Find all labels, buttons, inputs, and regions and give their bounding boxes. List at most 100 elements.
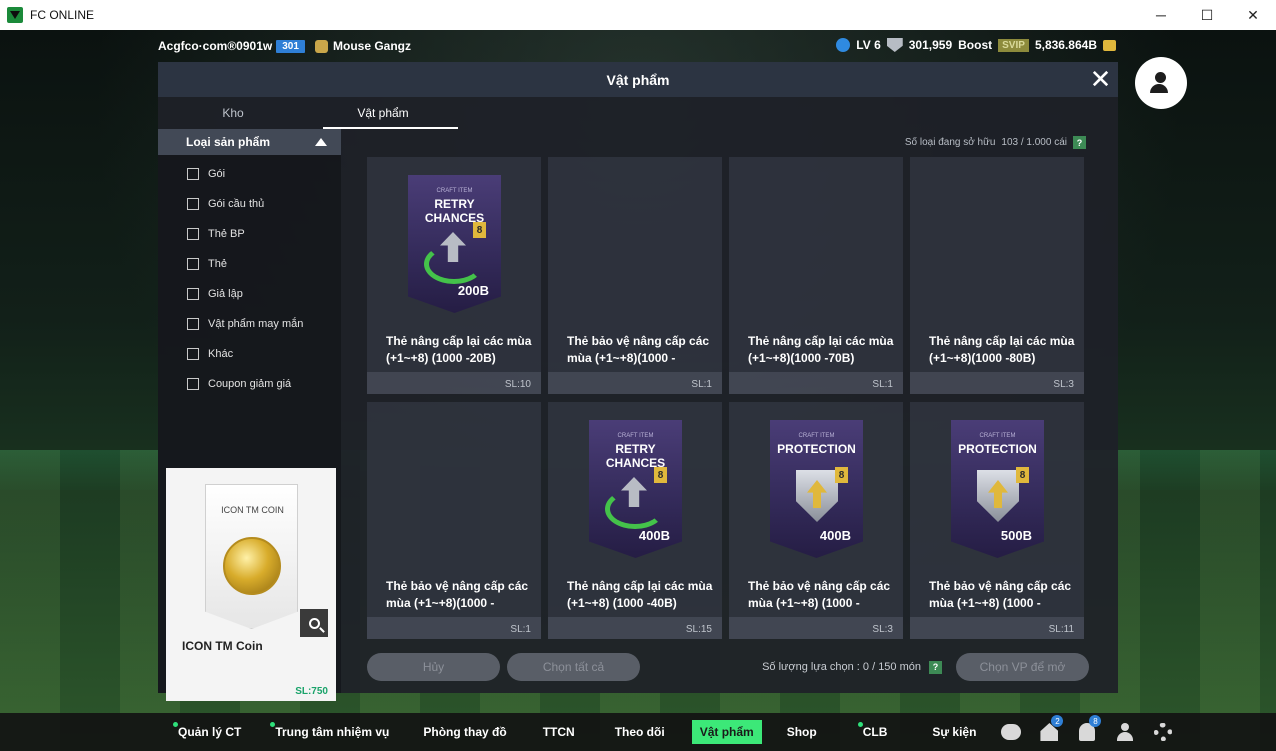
preview-item-name: ICON TM Coin (182, 639, 263, 653)
filter-item-label: Giả lập (208, 288, 243, 300)
shield-arrow-icon (796, 470, 838, 522)
points-value: 301,959 (908, 38, 953, 52)
filter-item-the-bp[interactable]: Thẻ BP (158, 219, 341, 249)
chat-button[interactable] (1000, 721, 1022, 743)
close-window-button[interactable]: ✕ (1230, 0, 1276, 30)
checkbox[interactable] (187, 258, 199, 270)
filter-item-khac[interactable]: Khác (158, 339, 341, 369)
item-cell[interactable]: Thẻ nâng cấp lại các mùa (+1~+8)(1000 -7… (729, 157, 903, 394)
filter-header[interactable]: Loại sản phẩm (158, 129, 341, 155)
item-name: Thẻ nâng cấp lại các mùa (+1~+8)(1000 -8… (929, 334, 1075, 365)
checkbox[interactable] (187, 348, 199, 360)
bottom-nav: Quản lý CT Trung tâm nhiệm vụ Phòng thay… (0, 713, 1276, 751)
tab-vat-pham[interactable]: Vật phẩm (308, 97, 458, 129)
checkbox[interactable] (187, 168, 199, 180)
nav-phong-thay-do[interactable]: Phòng thay đồ (415, 720, 514, 744)
filter-item-the[interactable]: Thẻ (158, 249, 341, 279)
level-icon (836, 38, 851, 52)
app-logo-icon (7, 7, 23, 23)
nav-su-kien[interactable]: Sự kiện (924, 720, 984, 744)
home-button[interactable]: 2 (1038, 715, 1064, 743)
friends-button[interactable] (1135, 57, 1187, 109)
filter-item-coupon[interactable]: Coupon giảm giá (158, 369, 341, 399)
club-crest-icon (315, 39, 328, 53)
boost-label: Boost (958, 38, 993, 52)
item-name: Thẻ bảo vệ nâng cấp các mùa (+1~+8)(1000… (386, 579, 529, 610)
close-icon: ✕ (1089, 64, 1112, 94)
owned-label: Số loại đang sở hữu (904, 137, 996, 148)
points-shield-icon (886, 38, 903, 52)
nav-trung-tam-nhiem-vu[interactable]: Trung tâm nhiệm vụ (267, 720, 397, 744)
nav-label: Phòng thay đồ (423, 725, 507, 739)
retry-chances-card: CRAFT ITEM RETRY CHANCES 8 400B (589, 420, 682, 558)
item-qty: SL:3 (1053, 379, 1074, 390)
minimize-button[interactable]: ─ (1138, 0, 1184, 30)
nav-label: Sự kiện (932, 725, 977, 739)
card-craft-label: CRAFT ITEM (798, 433, 835, 439)
maximize-button[interactable]: ☐ (1184, 0, 1230, 30)
item-cell[interactable]: CRAFT ITEM RETRY CHANCES 8 400B Thẻ nâng… (548, 402, 722, 639)
item-qty: SL:1 (510, 624, 531, 635)
card-level-badge: 8 (1016, 467, 1029, 483)
item-qty: SL:1 (872, 379, 893, 390)
bp-value: 5,836.864B (1034, 38, 1097, 52)
nav-theo-doi[interactable]: Theo dõi (607, 720, 673, 744)
checkbox[interactable] (187, 228, 199, 240)
item-cell[interactable]: Thẻ nâng cấp lại các mùa (+1~+8)(1000 -8… (910, 157, 1084, 394)
nav-quan-ly-ct[interactable]: Quản lý CT (170, 720, 249, 744)
item-cell[interactable]: Thẻ bảo vệ nâng cấp các mùa (+1~+8)(1000… (548, 157, 722, 394)
nav-clb[interactable]: CLB (855, 720, 896, 744)
checkbox[interactable] (187, 318, 199, 330)
checkbox[interactable] (187, 378, 199, 390)
filter-item-label: Vật phẩm may mắn (208, 318, 304, 330)
item-cell[interactable]: CRAFT ITEM PROTECTION 8 400B Thẻ bảo vệ … (729, 402, 903, 639)
user-chat-icon (1150, 72, 1172, 94)
filter-item-label: Thẻ BP (208, 228, 245, 240)
help-icon[interactable]: ? (1073, 136, 1086, 149)
card-title: PROTECTION (958, 442, 1037, 456)
filter-item-vat-pham-may-man[interactable]: Vật phẩm may mắn (158, 309, 341, 339)
items-modal: Vật phẩm ✕ Kho Vật phẩm Loại sản phẩm Gó… (158, 62, 1118, 701)
checkbox[interactable] (187, 198, 199, 210)
club-name: Mouse Gangz (333, 39, 412, 53)
top-status-bar: Acgfco·com®0901w 301 Mouse Gangz LV 6 30… (0, 30, 1276, 62)
item-cell[interactable]: Thẻ bảo vệ nâng cấp các mùa (+1~+8)(1000… (367, 402, 541, 639)
close-modal-button[interactable]: ✕ (1083, 62, 1118, 97)
item-cell[interactable]: CRAFT ITEM RETRY CHANCES 8 200B Thẻ nâng… (367, 157, 541, 394)
item-name: Thẻ bảo vệ nâng cấp các mùa (+1~+8) (100… (748, 579, 891, 610)
item-name: Thẻ nâng cấp lại các mùa (+1~+8)(1000 -7… (748, 334, 894, 365)
filter-header-label: Loại sản phẩm (186, 135, 271, 149)
item-qty: SL:10 (504, 379, 531, 390)
filter-item-goi[interactable]: Gói (158, 159, 341, 189)
owned-value: 103 / 1.000 cái (1001, 137, 1067, 148)
filter-item-label: Thẻ (208, 258, 227, 270)
nav-label: Vật phẩm (699, 725, 754, 739)
profile-button[interactable] (1114, 721, 1136, 743)
filter-item-gia-lap[interactable]: Giả lập (158, 279, 341, 309)
modal-header: Vật phẩm ✕ (158, 62, 1118, 97)
chat-icon (1001, 724, 1022, 740)
settings-button[interactable] (1152, 721, 1174, 743)
help-icon[interactable]: ? (929, 660, 942, 674)
account-info: Acgfco·com®0901w 301 (158, 39, 305, 53)
gold-coin-icon (223, 537, 281, 595)
select-all-button[interactable]: Chọn tất cả (507, 653, 640, 681)
notifications-button[interactable]: 8 (1076, 715, 1102, 743)
checkbox[interactable] (187, 288, 199, 300)
tab-kho[interactable]: Kho (158, 97, 308, 129)
item-cell[interactable]: CRAFT ITEM PROTECTION 8 500B Thẻ bảo vệ … (910, 402, 1084, 639)
card-title: RETRY CHANCES (424, 197, 485, 225)
notification-dot (173, 722, 178, 727)
card-title: PROTECTION (777, 442, 856, 456)
filter-item-goi-cau-thu[interactable]: Gói cầu thủ (158, 189, 341, 219)
open-selected-button[interactable]: Chọn VP để mở (956, 653, 1089, 681)
zoom-button[interactable] (300, 609, 328, 637)
filter-item-label: Coupon giảm giá (208, 378, 292, 390)
item-name: Thẻ bảo vệ nâng cấp các mùa (+1~+8)(1000… (567, 334, 710, 365)
account-level-badge: 301 (276, 39, 305, 53)
nav-ttcn[interactable]: TTCN (535, 720, 583, 744)
nav-vat-pham[interactable]: Vật phẩm (691, 720, 762, 744)
nav-shop[interactable]: Shop (779, 720, 825, 744)
bp-coin-icon (1103, 39, 1116, 51)
cancel-button[interactable]: Hủy (367, 653, 500, 681)
